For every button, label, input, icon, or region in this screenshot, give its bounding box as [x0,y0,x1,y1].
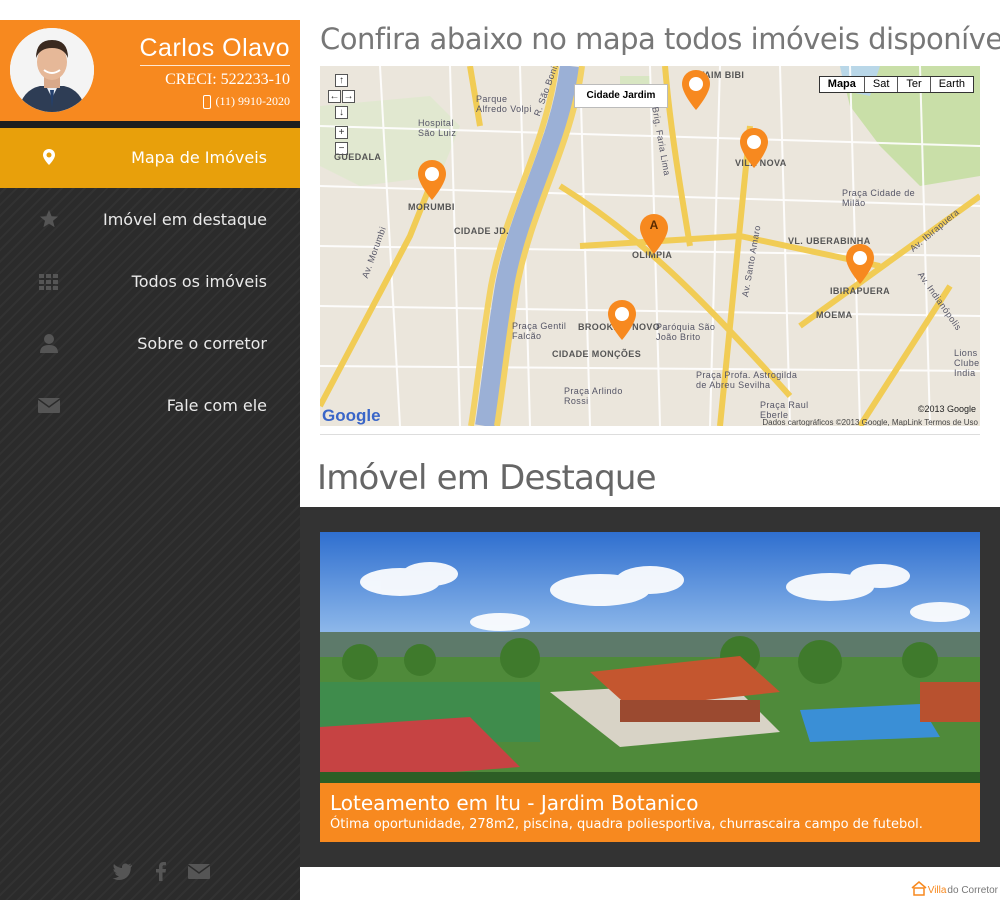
map-label: Paróquia São João Brito [656,322,716,342]
map-type-mapa[interactable]: Mapa [820,77,864,92]
featured-description: Ótima oportunidade, 278m2, piscina, quad… [330,817,923,832]
featured-panel: Loteamento em Itu - Jardim Botanico Ótim… [300,507,1000,867]
map-tooltip: Cidade Jardim [574,84,668,108]
map-label: MORUMBI [408,202,455,212]
map-label: Lions Clube India [954,348,980,378]
map-label: Praça Arlindo Rossi [564,386,623,406]
map-terms-link[interactable]: Dados cartográficos ©2013 Google, MapLin… [762,418,978,426]
profile-divider [0,121,300,128]
phone-icon [203,94,212,109]
property-marker[interactable] [606,298,638,342]
star-icon [40,210,58,228]
nav-item-sobre[interactable]: Sobre o corretor [0,314,300,374]
map-label: Praça Profa. Astrogilda de Abreu Sevilha [696,370,798,390]
nav-item-destaque[interactable]: Imóvel em destaque [0,190,300,250]
property-map[interactable]: ↑ ← → ↓ + − Mapa Sat Ter Earth Cidade Ja… [320,66,980,426]
map-type-ter[interactable]: Ter [897,77,929,92]
map-type-earth[interactable]: Earth [929,77,973,92]
property-marker[interactable] [680,68,712,112]
map-label: MOEMA [816,310,853,320]
logo-brand: Villa [927,885,947,896]
nav-label: Todos os imóveis [131,272,267,291]
property-marker[interactable] [416,158,448,202]
twitter-icon[interactable] [112,860,134,882]
nav-item-mapa[interactable]: Mapa de Imóveis [0,128,300,188]
map-pan-left-button[interactable]: ← [328,90,341,103]
nav-label: Imóvel em destaque [102,210,267,229]
user-icon [40,334,58,353]
envelope-icon[interactable] [187,860,211,882]
google-logo: Google [322,406,381,425]
logo-suffix: do Corretor [947,885,998,896]
map-label: Praça Raul Eberle [760,400,809,420]
sidebar-top-strip [0,0,300,20]
nav-item-contato[interactable]: Fale com ele [0,376,300,436]
section-divider [320,434,980,435]
property-marker-a[interactable]: A [638,212,670,256]
map-zoom-in-button[interactable]: + [335,126,348,139]
map-label: GUEDALA [334,152,382,162]
site-logo[interactable]: Villa do Corretor [911,880,998,896]
map-type-switcher: Mapa Sat Ter Earth [818,76,974,93]
envelope-icon [38,398,60,413]
map-marker-icon [43,149,55,165]
nav-label: Fale com ele [166,396,267,415]
map-type-sat[interactable]: Sat [863,77,898,92]
map-label: IBIRAPUERA [830,286,891,296]
map-copyright: ©2013 Google [917,404,976,414]
broker-profile: Carlos Olavo CRECI: 522233-10 (11) 9910-… [0,20,300,121]
featured-title: Loteamento em Itu - Jardim Botanico [330,791,699,815]
map-label: CIDADE JD. [454,226,510,236]
grid-icon [39,274,58,290]
map-label: Praça Cidade de Milão [842,188,916,208]
sidebar: Carlos Olavo CRECI: 522233-10 (11) 9910-… [0,0,300,900]
broker-name: Carlos Olavo [139,34,290,66]
property-marker[interactable] [844,242,876,286]
featured-caption: Loteamento em Itu - Jardim Botanico Ótim… [320,783,980,842]
avatar [10,28,94,112]
nav-label: Sobre o corretor [137,334,267,353]
featured-section-heading: Imóvel em Destaque [317,458,657,498]
social-links [112,860,211,882]
map-label: Praça Gentil Falcão [512,321,567,341]
main-content: Confira abaixo no mapa todos imóveis dis… [300,0,1000,900]
map-pan-right-button[interactable]: → [342,90,355,103]
property-marker[interactable] [738,126,770,170]
map-label: CIDADE MONÇÕES [552,349,642,359]
map-section-heading: Confira abaixo no mapa todos imóveis dis… [320,22,1000,56]
marker-letter: A [649,218,659,232]
map-label: Hospital São Luiz [418,118,457,138]
nav-item-todos[interactable]: Todos os imóveis [0,252,300,312]
house-icon [911,881,927,896]
nav-label: Mapa de Imóveis [131,148,267,167]
map-pan-down-button[interactable]: ↓ [335,106,348,119]
map-pan-up-button[interactable]: ↑ [335,74,348,87]
broker-phone: (11) 9910-2020 [203,94,290,109]
featured-property-card[interactable]: Loteamento em Itu - Jardim Botanico Ótim… [320,532,980,842]
avatar-photo [10,28,94,112]
broker-phone-number: (11) 9910-2020 [215,94,290,108]
map-label: Parque Alfredo Volpi [476,94,532,114]
broker-creci: CRECI: 522233-10 [165,71,290,88]
facebook-icon[interactable] [150,860,172,882]
